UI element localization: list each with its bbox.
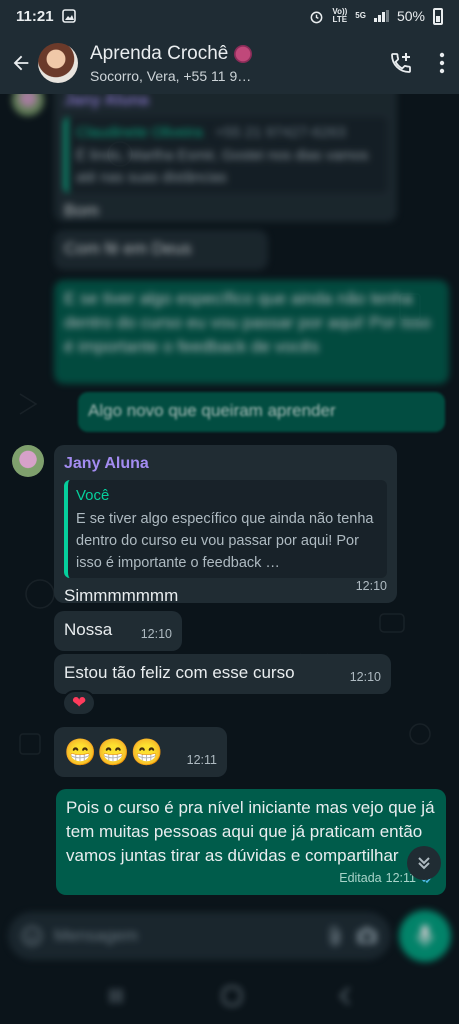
message-text: E se tiver algo específico que ainda não…	[64, 289, 431, 356]
nav-back-icon[interactable]	[337, 986, 353, 1006]
microphone-icon	[417, 925, 433, 946]
add-call-icon[interactable]	[389, 51, 413, 75]
quote-author: Claudinete Oliveira +55 21 97427-6263	[76, 124, 346, 141]
message-list[interactable]: Jany Aluna Claudinete Oliveira +55 21 97…	[0, 94, 459, 910]
5g-indicator: 5G	[355, 11, 366, 20]
message-bubble[interactable]: Algo novo que queiram aprender	[78, 392, 445, 432]
mic-button[interactable]	[399, 910, 451, 962]
quoted-message[interactable]: Você E se tiver algo específico que aind…	[64, 480, 387, 578]
gallery-notification-icon	[61, 9, 76, 23]
composer	[0, 904, 459, 968]
message-bubble[interactable]: E se tiver algo específico que ainda não…	[54, 280, 449, 384]
recents-icon[interactable]	[107, 986, 127, 1006]
message-time: 12:10	[349, 670, 381, 684]
alarm-icon	[310, 11, 323, 23]
volte-indicator: Vo)) LTE	[332, 7, 348, 24]
message-time: 12:10	[355, 579, 387, 593]
message-bubble[interactable]: Estou tão feliz com esse curso 12:10	[54, 654, 391, 694]
chat-header: Aprenda Crochê Socorro, Vera, +55 11 9…	[0, 32, 459, 94]
attach-icon[interactable]	[325, 925, 345, 947]
message-text: Algo novo que queiram aprender	[88, 401, 336, 420]
edited-label: Editada	[339, 871, 382, 885]
sender-name: Jany Aluna	[64, 94, 149, 109]
message-text: Simmmmmmm	[64, 586, 179, 605]
group-title: Aprenda Crochê	[90, 42, 229, 64]
battery-percent: 50%	[396, 8, 425, 24]
status-bar: 11:21 Vo)) LTE 5G 50%	[0, 0, 459, 32]
group-avatar[interactable]	[38, 43, 78, 83]
sender-avatar[interactable]	[12, 445, 44, 477]
message-text: Com fé em Deus	[64, 239, 192, 258]
message-bubble[interactable]: 😁😁😁 12:11	[54, 727, 227, 777]
message-bubble[interactable]: Nossa 12:10	[54, 611, 182, 651]
emoji-icon[interactable]	[20, 924, 44, 948]
back-button[interactable]	[8, 50, 34, 76]
message-bubble[interactable]: Jany Aluna Claudinete Oliveira +55 21 97…	[54, 94, 397, 222]
message-meta: 12:10	[141, 622, 172, 646]
message-text: Bom	[64, 201, 99, 220]
reaction-heart[interactable]: ❤	[62, 690, 97, 716]
scroll-down-button[interactable]	[407, 846, 441, 880]
message-field[interactable]	[8, 912, 391, 960]
quote-text: E se tiver algo específico que ainda não…	[76, 511, 374, 571]
sender-name: Jany Aluna	[64, 455, 149, 472]
message-bubble[interactable]: Pois o curso é pra nível iniciante mas v…	[56, 789, 446, 895]
status-time: 11:21	[16, 7, 54, 25]
camera-icon[interactable]	[355, 925, 379, 947]
system-nav-bar	[0, 968, 459, 1024]
quote-text: É lindo, Martha Esmir, Gostei nos dias v…	[76, 148, 369, 186]
message-time: 12:10	[140, 627, 172, 641]
message-bubble[interactable]: Com fé em Deus	[54, 230, 268, 270]
signal-icon	[373, 10, 389, 22]
battery-icon	[433, 7, 443, 25]
double-chevron-down-icon	[418, 857, 430, 870]
message-bubble[interactable]: Jany Aluna Você E se tiver algo específi…	[54, 445, 397, 605]
group-info[interactable]: Aprenda Crochê Socorro, Vera, +55 11 9…	[90, 43, 360, 84]
home-icon[interactable]	[220, 984, 244, 1008]
group-members: Socorro, Vera, +55 11 9…	[90, 67, 252, 84]
message-meta: 12:10	[356, 574, 387, 598]
yarn-emoji-icon	[234, 44, 253, 63]
message-meta: 12:10	[350, 665, 381, 689]
message-meta: 12:11	[187, 748, 217, 772]
message-time: 12:11	[186, 753, 217, 767]
quoted-message[interactable]: Claudinete Oliveira +55 21 97427-6263 É …	[64, 117, 387, 193]
message-text: Estou tão feliz com esse curso	[64, 663, 295, 682]
back-arrow-icon	[13, 55, 29, 71]
group-title-row: Aprenda Crochê	[90, 43, 360, 65]
message-text: Pois o curso é pra nível iniciante mas v…	[66, 798, 435, 865]
more-vert-icon[interactable]	[439, 52, 445, 74]
quote-author: Você	[76, 487, 110, 504]
message-input[interactable]	[54, 926, 315, 946]
